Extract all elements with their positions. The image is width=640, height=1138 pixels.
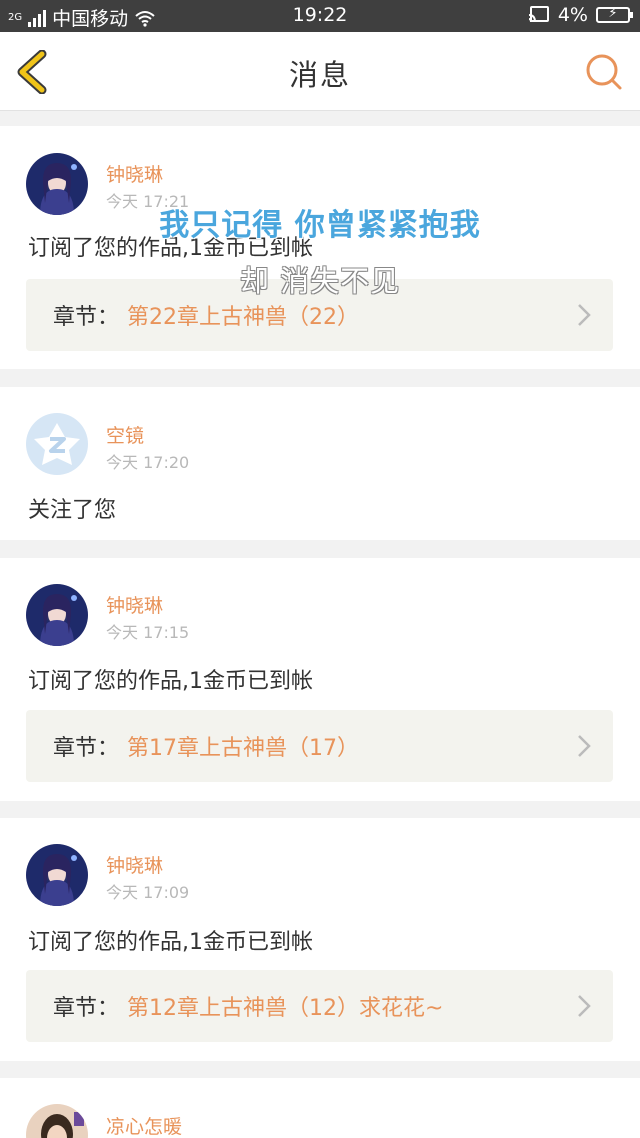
cast-icon xyxy=(528,6,549,23)
user-name[interactable]: 钟晓琳 xyxy=(106,160,163,187)
avatar[interactable] xyxy=(26,1104,88,1138)
message-card[interactable]: 空镜 今天 17:20 关注了您 xyxy=(0,387,640,540)
message-time: 今天 17:15 xyxy=(106,623,190,642)
search-icon[interactable] xyxy=(584,52,624,92)
status-bar: 2G 中国移动 19:22 4% ⚡ xyxy=(0,0,640,32)
message-text: 关注了您 xyxy=(28,498,117,523)
chevron-right-icon xyxy=(578,304,591,326)
page-title: 消息 xyxy=(288,58,351,92)
chapter-label: 章节： xyxy=(53,996,120,1021)
message-text: 订阅了您的作品,1金币已到帐 xyxy=(28,930,313,955)
message-card[interactable]: 钟晓琳 今天 17:09 订阅了您的作品,1金币已到帐 章节： 第12章上古神兽… xyxy=(0,818,640,1061)
overlay-subtitle-line2: 却 消失不见 xyxy=(239,264,401,298)
message-card[interactable]: 钟晓琳 今天 17:21 订阅了您的作品,1金币已到帐 章节： 第22章上古神兽… xyxy=(0,126,640,369)
user-name[interactable]: 空镜 xyxy=(106,421,144,448)
header: 消息 xyxy=(0,32,640,111)
chevron-right-icon xyxy=(578,735,591,757)
message-card[interactable]: 钟晓琳 今天 17:15 订阅了您的作品,1金币已到帐 章节： 第17章上古神兽… xyxy=(0,558,640,801)
chapter-label: 章节： xyxy=(53,305,120,330)
message-time: 今天 17:20 xyxy=(106,453,190,472)
battery-icon: ⚡ xyxy=(596,6,633,23)
avatar[interactable] xyxy=(26,413,88,475)
message-card[interactable]: 凉心怎暖 xyxy=(0,1078,640,1138)
overlay-subtitle-line1: 我只记得 你曾紧紧抱我 xyxy=(159,208,481,243)
chapter-label: 章节： xyxy=(53,736,120,761)
user-name[interactable]: 凉心怎暖 xyxy=(106,1112,182,1138)
chapter-link[interactable]: 章节： 第17章上古神兽（17） xyxy=(26,710,613,782)
chevron-right-icon xyxy=(578,995,591,1017)
battery-percent: 4% xyxy=(557,4,588,26)
user-name[interactable]: 钟晓琳 xyxy=(106,591,163,618)
status-right: 4% ⚡ xyxy=(528,4,633,26)
user-name[interactable]: 钟晓琳 xyxy=(106,851,163,878)
chapter-title: 第22章上古神兽（22） xyxy=(127,305,359,330)
avatar[interactable] xyxy=(26,584,88,646)
message-time: 今天 17:09 xyxy=(106,883,190,902)
avatar[interactable] xyxy=(26,844,88,906)
chapter-link[interactable]: 章节： 第12章上古神兽（12）求花花~ xyxy=(26,970,613,1042)
chapter-title: 第12章上古神兽（12）求花花~ xyxy=(127,996,444,1021)
chapter-title: 第17章上古神兽（17） xyxy=(127,736,359,761)
message-text: 订阅了您的作品,1金币已到帐 xyxy=(28,669,313,694)
